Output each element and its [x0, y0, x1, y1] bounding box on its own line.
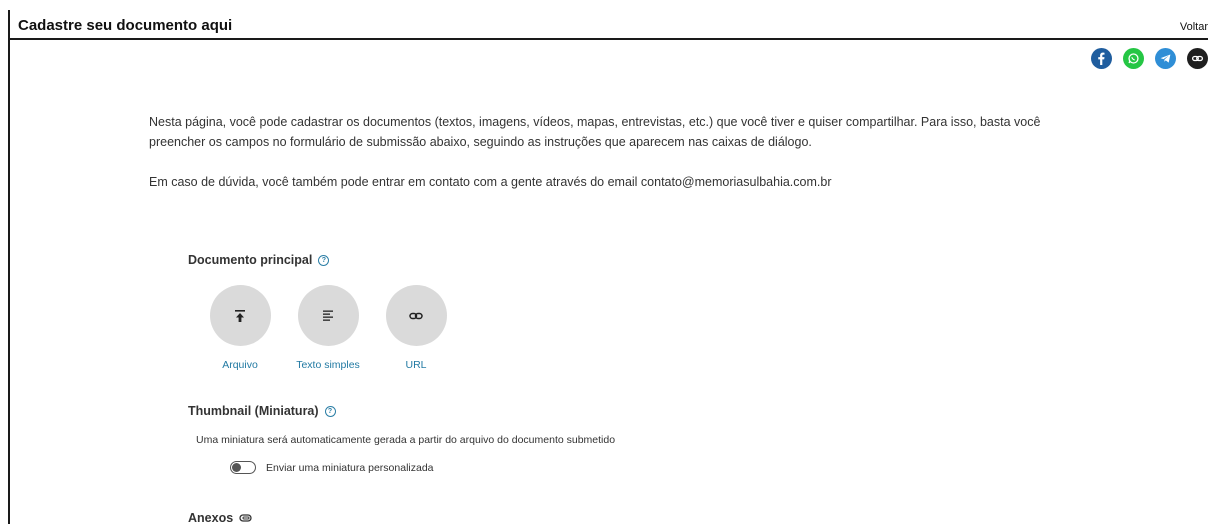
option-label[interactable]: Arquivo: [222, 359, 258, 371]
main-document-label: Documento principal: [188, 253, 313, 267]
main-document-heading: Documento principal ?: [188, 253, 330, 267]
intro-paragraph: Nesta página, você pode cadastrar os doc…: [149, 115, 1041, 149]
share-bar: [1091, 48, 1208, 69]
link-icon[interactable]: [1187, 48, 1208, 69]
option-label[interactable]: Texto simples: [296, 359, 360, 371]
page-header: Cadastre seu documento aqui Voltar: [10, 12, 1208, 40]
page-title: Cadastre seu documento aqui: [18, 17, 233, 34]
toggle-label[interactable]: Enviar uma miniatura personalizada: [266, 462, 434, 474]
toggle-knob: [232, 463, 241, 472]
link-icon[interactable]: [385, 285, 447, 346]
left-border: [8, 10, 10, 524]
custom-thumbnail-toggle-row: Enviar uma miniatura personalizada: [230, 461, 434, 474]
facebook-icon[interactable]: [1091, 48, 1112, 69]
text-icon[interactable]: [297, 285, 359, 346]
intro-text: Nesta página, você pode cadastrar os doc…: [149, 112, 1079, 212]
contact-paragraph: Em caso de dúvida, você também pode entr…: [149, 175, 832, 189]
attachments-label: Anexos: [188, 511, 234, 525]
thumbnail-note: Uma miniatura será automaticamente gerad…: [196, 434, 616, 446]
whatsapp-icon[interactable]: [1123, 48, 1144, 69]
back-link[interactable]: Voltar: [1180, 21, 1208, 33]
option-label[interactable]: URL: [405, 359, 426, 371]
paperclip-icon: [239, 514, 252, 522]
help-icon[interactable]: ?: [324, 405, 336, 417]
help-icon[interactable]: ?: [318, 254, 330, 266]
option-texto-simples[interactable]: Texto simples: [284, 285, 372, 371]
option-url[interactable]: URL: [372, 285, 460, 371]
thumbnail-label: Thumbnail (Miniatura): [188, 404, 319, 418]
document-type-options: Arquivo Texto simples URL: [196, 285, 460, 371]
custom-thumbnail-toggle[interactable]: [230, 461, 256, 474]
option-arquivo[interactable]: Arquivo: [196, 285, 284, 371]
telegram-icon[interactable]: [1155, 48, 1176, 69]
thumbnail-heading: Thumbnail (Miniatura) ?: [188, 404, 336, 418]
upload-icon[interactable]: [209, 285, 271, 346]
attachments-heading: Anexos: [188, 511, 252, 525]
